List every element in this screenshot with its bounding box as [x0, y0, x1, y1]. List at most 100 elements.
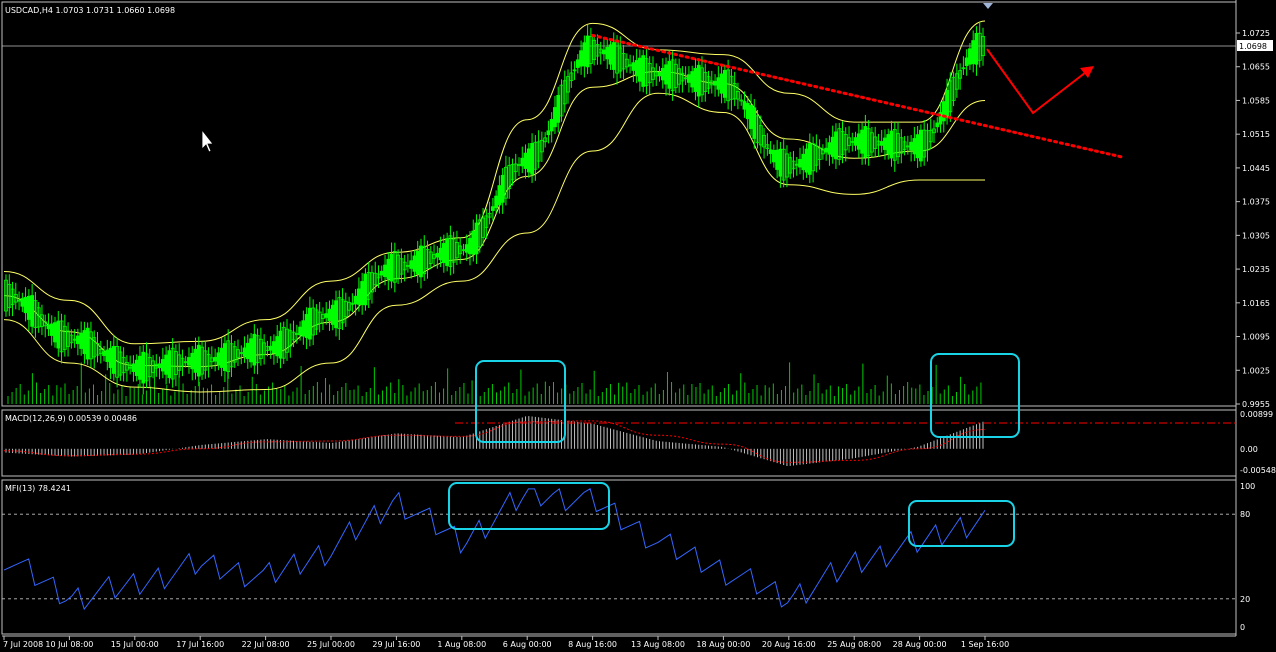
candle-body: [556, 94, 561, 123]
candle-body: [915, 134, 920, 159]
candle-body: [435, 252, 440, 258]
candle-body: [141, 351, 146, 384]
candle-body: [324, 313, 329, 318]
candle-body: [334, 300, 338, 329]
candle-body: [827, 142, 832, 155]
candle-body: [85, 327, 90, 360]
candle-body: [419, 245, 423, 278]
candle-body: [775, 149, 780, 170]
candle-body: [824, 147, 829, 153]
candle-body: [108, 347, 113, 368]
candle-body: [830, 136, 835, 157]
candle-body: [494, 195, 499, 209]
candle-body: [386, 258, 391, 279]
candle-body: [438, 247, 443, 261]
candle-body: [801, 153, 806, 171]
candle-body: [490, 206, 495, 211]
candle-body: [778, 148, 783, 177]
mfi-tick-label: 0: [1240, 623, 1245, 632]
candle-body: [46, 324, 51, 330]
mfi-tick-label: 20: [1240, 595, 1250, 604]
candle-body: [860, 129, 865, 154]
candle-body: [82, 330, 87, 355]
candle-body: [56, 320, 61, 349]
forecast-arrow: [986, 48, 1091, 115]
price-pane-title: USDCAD,H4 1.0703 1.0731 1.0660 1.0698: [5, 6, 175, 15]
candle-body: [307, 307, 312, 340]
candle-body: [863, 126, 868, 158]
candle-body: [379, 270, 384, 276]
candle-body: [213, 356, 218, 362]
macd-tick-label: -0.00548: [1240, 466, 1276, 475]
candle-body: [252, 333, 257, 366]
time-tick-label: 18 Aug 00:00: [696, 640, 750, 649]
candle-body: [49, 323, 54, 336]
candle-body: [298, 326, 302, 336]
candle-body: [53, 322, 57, 343]
time-tick-label: 25 Jul 00:00: [307, 640, 355, 649]
price-tick-label: 1.0305: [1242, 231, 1270, 240]
candle-body: [749, 105, 753, 129]
candle-body: [131, 363, 136, 372]
candle-body: [807, 143, 812, 175]
candle-body: [245, 342, 250, 360]
candle-body: [471, 230, 476, 255]
time-tick-label: 1 Sep 16:00: [961, 640, 1009, 649]
current-price-label: 1.0698: [1239, 42, 1267, 51]
candle-body: [634, 60, 639, 77]
candle-body: [660, 67, 665, 81]
time-tick-label: 25 Aug 08:00: [827, 640, 881, 649]
candle-body: [935, 122, 940, 128]
candle-body: [579, 50, 583, 67]
time-tick-label: 29 Jul 16:00: [372, 640, 420, 649]
price-tick-label: 1.0165: [1242, 299, 1270, 308]
candle-body: [278, 330, 283, 359]
candle-body: [196, 344, 201, 377]
candle-body: [523, 152, 528, 169]
bollinger-middle: [3, 71, 986, 368]
candle-body: [713, 80, 717, 86]
price-tick-label: 1.0445: [1242, 164, 1270, 173]
candle-body: [441, 242, 446, 264]
candle-body: [327, 308, 332, 322]
candle-body: [193, 348, 198, 373]
candle-body: [716, 77, 721, 90]
candle-body: [187, 357, 191, 366]
candle-body: [883, 137, 887, 150]
time-tick-label: 20 Aug 16:00: [762, 640, 816, 649]
candle-body: [611, 42, 616, 70]
candle-body: [602, 49, 606, 55]
candle-body: [26, 295, 31, 320]
price-tick-label: 1.0235: [1242, 265, 1270, 274]
candle-body: [23, 296, 28, 314]
candle-body: [445, 238, 450, 266]
candle-body: [886, 134, 891, 155]
candle-body: [526, 148, 531, 173]
candle-body: [631, 62, 636, 71]
candle-body: [160, 359, 165, 372]
candle-body: [945, 89, 949, 118]
mfi-tick-label: 100: [1240, 482, 1255, 491]
candle-body: [520, 157, 525, 167]
candle-body: [157, 363, 162, 369]
candle-body: [971, 40, 976, 65]
candle-body: [553, 107, 557, 128]
candle-body: [190, 352, 195, 370]
candle-body: [105, 349, 110, 362]
candle-body: [768, 149, 773, 155]
macd-tick-label: 0.00899: [1240, 410, 1273, 419]
candle-body: [383, 264, 387, 278]
candle-body: [363, 273, 368, 306]
candle-body: [605, 46, 610, 60]
candle-body: [546, 130, 551, 136]
candle-body: [856, 133, 861, 150]
candle-body: [164, 354, 169, 375]
candle-body: [360, 281, 365, 306]
candle-body: [752, 107, 757, 139]
candle-body: [638, 57, 642, 82]
marker-triangle: [983, 3, 993, 9]
candle-body: [889, 130, 894, 159]
price-tick-label: 1.0025: [1242, 366, 1270, 375]
candle-body: [275, 336, 280, 357]
candle-body: [909, 141, 914, 151]
